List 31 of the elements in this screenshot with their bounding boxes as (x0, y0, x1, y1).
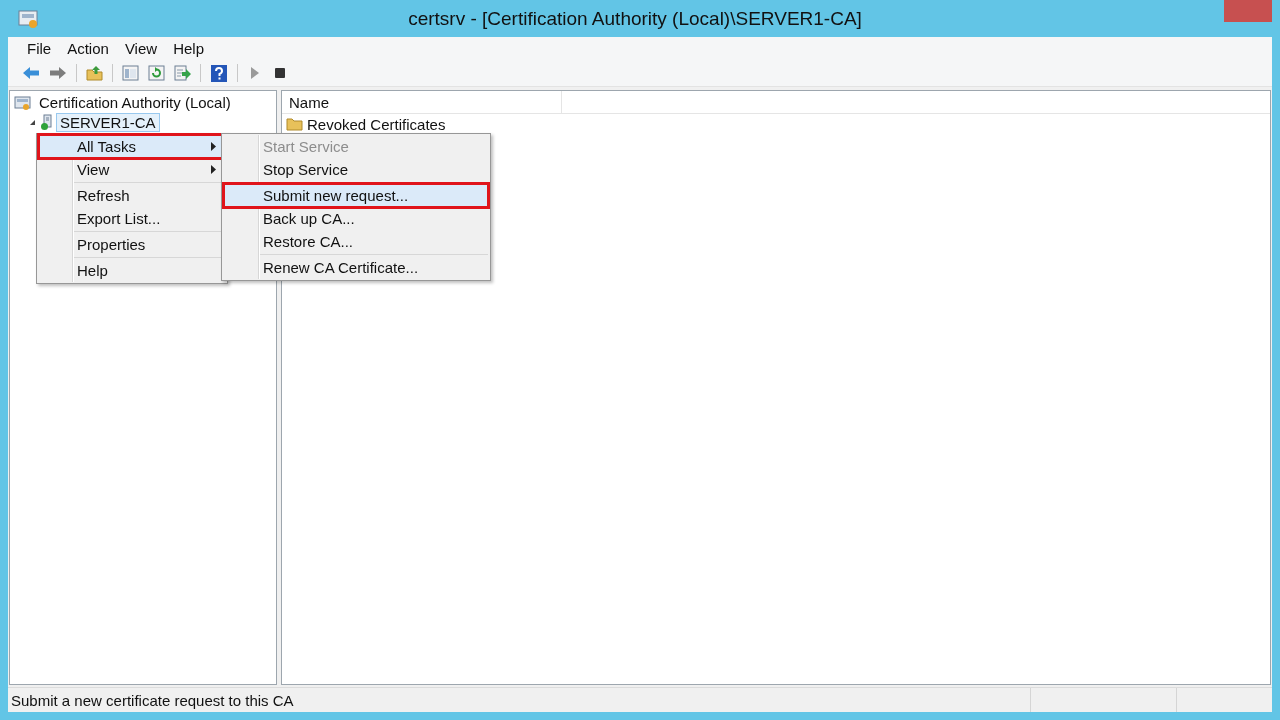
menu-item[interactable]: View (39, 158, 225, 181)
forward-arrow-icon[interactable] (49, 65, 67, 81)
menu-item[interactable]: Stop Service (224, 158, 488, 181)
back-arrow-icon[interactable] (22, 65, 40, 81)
refresh-icon[interactable] (148, 65, 165, 81)
server-icon (41, 114, 52, 130)
menu-item[interactable]: Restore CA... (224, 230, 488, 253)
menu-item[interactable]: Submit new request... (224, 184, 488, 207)
stop-icon[interactable] (272, 65, 288, 81)
tree-item[interactable]: Certification Authority (Local) (35, 92, 235, 112)
window-title: certsrv - [Certification Authority (Local)\SERVER1-CA] (407, 7, 863, 30)
status-text: Submit a new certificate request to this CA (10, 691, 295, 709)
export-icon[interactable] (174, 65, 191, 81)
folder-up-icon[interactable] (86, 65, 103, 81)
menu-item[interactable]: Renew CA Certificate... (224, 256, 488, 279)
menu-item[interactable]: Back up CA... (224, 207, 488, 230)
column-header[interactable]: Name (282, 91, 562, 113)
help-icon[interactable] (210, 64, 228, 82)
menu-item[interactable]: Help (166, 40, 211, 57)
app-icon (18, 8, 38, 29)
list-item[interactable]: Revoked Certificates (307, 115, 446, 133)
menu-item[interactable]: Export List... (39, 207, 225, 230)
menu-item[interactable]: View (117, 40, 165, 57)
console-tree-icon[interactable] (122, 65, 139, 81)
certificate-authority-icon (14, 94, 31, 110)
menu-item[interactable]: Action (60, 40, 116, 57)
menu-item[interactable]: Properties (39, 233, 225, 256)
menu-item[interactable]: Help (39, 259, 225, 282)
menu-item[interactable]: Refresh (39, 184, 225, 207)
tree-item[interactable]: SERVER1-CA (56, 112, 160, 132)
menu-item[interactable]: File (20, 40, 59, 57)
